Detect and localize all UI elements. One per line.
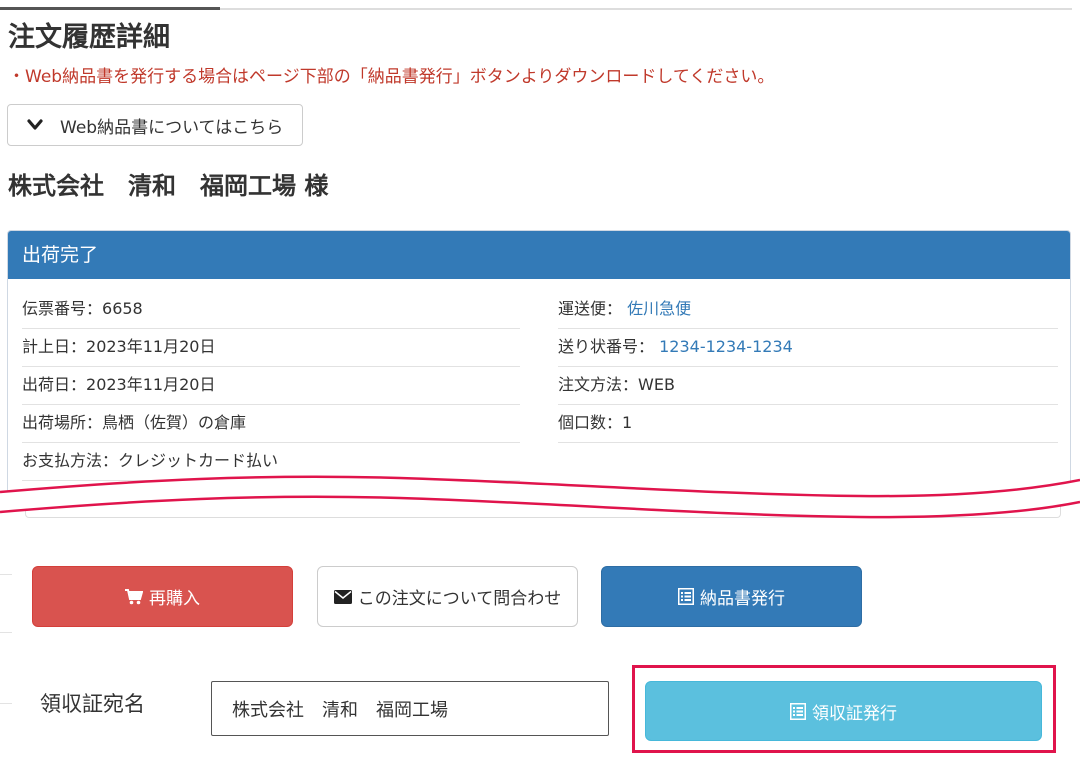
package-count-label: 個口数： — [558, 413, 623, 432]
order-status-heading: 出荷完了 — [8, 231, 1070, 279]
issue-receipt-button[interactable]: 領収証発行 — [645, 681, 1042, 741]
chevron-down-icon — [27, 119, 43, 130]
list-alt-icon — [790, 702, 806, 720]
receipt-addressee-input[interactable] — [211, 681, 609, 736]
package-count-row: 個口数：1 — [558, 405, 1058, 443]
posting-date-row: 計上日：2023年11月20日 — [22, 329, 520, 367]
page-title: 注文履歴詳細 — [8, 22, 170, 53]
carrier-link[interactable]: 佐川急便 — [627, 299, 691, 318]
shipping-date-value: 2023年11月20日 — [86, 375, 216, 394]
order-method-label: 注文方法： — [558, 375, 639, 394]
order-method-value: WEB — [638, 375, 675, 394]
invoice-notice: ・Web納品書を発行する場合はページ下部の「納品書発行」ボタンよりダウンロードし… — [8, 67, 775, 87]
issue-receipt-label: 領収証発行 — [812, 703, 897, 724]
carrier-row: 運送便： 佐川急便 — [558, 291, 1058, 329]
tracking-number-row: 送り状番号： 1234-1234-1234 — [558, 329, 1058, 367]
payment-method-value: クレジットカード払い — [118, 451, 279, 470]
receipt-addressee-label: 領収証宛名 — [40, 692, 145, 716]
rebuy-button[interactable]: 再購入 — [32, 566, 293, 627]
shipping-location-value: 鳥栖（佐賀）の倉庫 — [102, 413, 247, 432]
payment-method-label: お支払方法： — [22, 451, 119, 470]
shipping-location-row: 出荷場所：鳥栖（佐賀）の倉庫 — [22, 405, 520, 443]
web-invoice-info-label: Web納品書についてはこちら — [60, 117, 284, 138]
shipping-location-label: 出荷場所： — [22, 413, 103, 432]
order-status-panel: 出荷完了 伝票番号：6658 計上日：2023年11月20日 出荷日：2023年… — [7, 230, 1071, 496]
tracking-number-label: 送り状番号： — [558, 337, 660, 356]
shipping-date-label: 出荷日： — [22, 375, 87, 394]
envelope-icon — [333, 589, 352, 604]
issue-invoice-label: 納品書発行 — [700, 589, 785, 609]
tracking-number-link[interactable]: 1234-1234-1234 — [659, 337, 793, 356]
cart-icon — [125, 588, 143, 604]
carrier-label: 運送便： — [558, 299, 628, 318]
left-edge-tick — [0, 703, 12, 704]
package-count-value: 1 — [622, 413, 633, 432]
customer-name: 株式会社 清和 福岡工場 様 — [8, 172, 329, 200]
list-alt-icon — [678, 588, 694, 605]
issue-invoice-button[interactable]: 納品書発行 — [601, 566, 862, 627]
active-tab-indicator — [0, 7, 220, 10]
cut-wave-divider — [0, 475, 1080, 519]
slip-number-row: 伝票番号：6658 — [22, 291, 520, 329]
web-invoice-info-toggle[interactable]: Web納品書についてはこちら — [7, 104, 303, 146]
order-method-row: 注文方法：WEB — [558, 367, 1058, 405]
shipping-date-row: 出荷日：2023年11月20日 — [22, 367, 520, 405]
posting-date-value: 2023年11月20日 — [86, 337, 216, 356]
slip-number-label: 伝票番号： — [22, 299, 103, 318]
posting-date-label: 計上日： — [22, 337, 87, 356]
order-inquiry-button[interactable]: この注文について問合わせ — [317, 566, 578, 627]
order-inquiry-label: この注文について問合わせ — [357, 589, 562, 609]
left-edge-tick — [0, 632, 12, 633]
rebuy-label: 再購入 — [149, 589, 200, 609]
slip-number-value: 6658 — [102, 299, 143, 318]
left-edge-tick — [0, 574, 12, 575]
